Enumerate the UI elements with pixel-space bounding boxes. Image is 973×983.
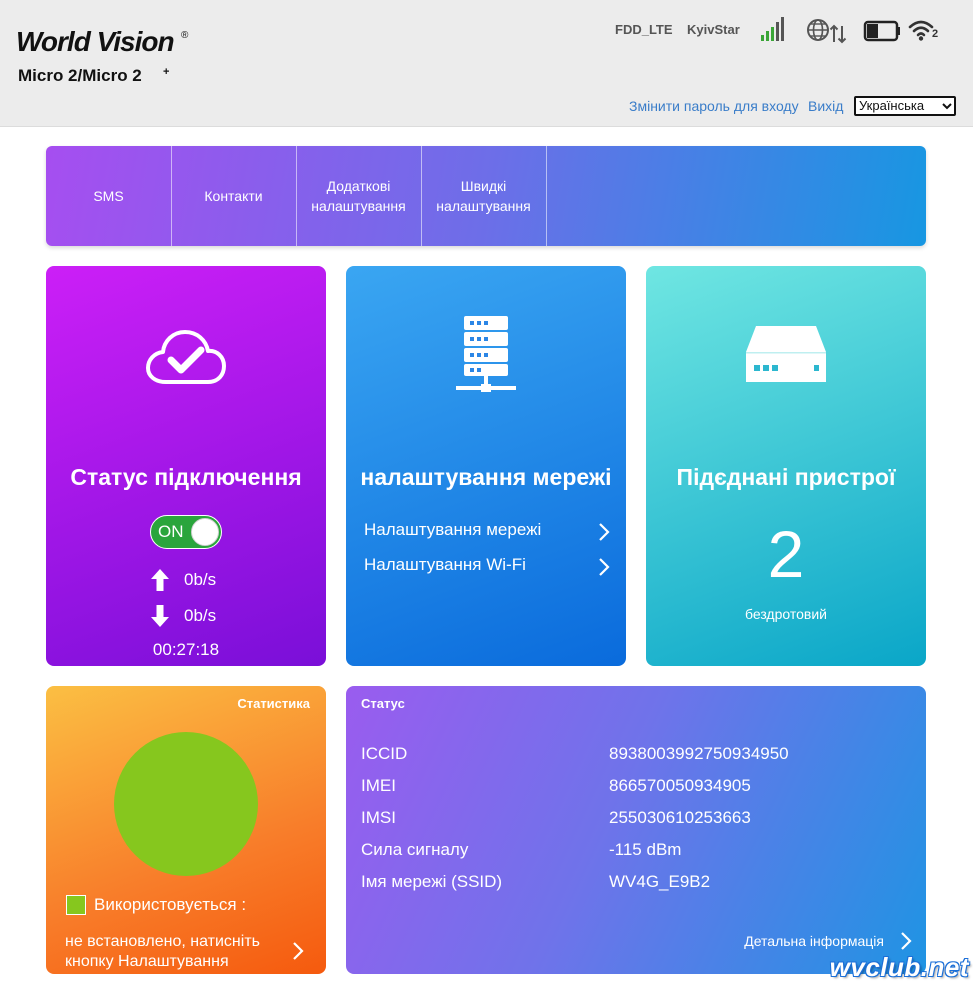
- arrow-down-icon: [151, 605, 169, 627]
- menu-item-quick-settings[interactable]: Швидкі налаштування: [421, 146, 547, 246]
- connection-status-title: Статус підключення: [70, 464, 302, 490]
- chevron-right-icon: [599, 523, 610, 541]
- usage-pie-chart: [114, 732, 258, 876]
- toggle-knob: [191, 518, 219, 546]
- chevron-right-icon[interactable]: [292, 942, 304, 960]
- connected-devices-card[interactable]: Підєднані пристрої 2 бездротовий: [646, 266, 926, 666]
- statistics-card: Статистика Використовується : не встанов…: [46, 686, 326, 974]
- statistics-setup-link[interactable]: не встановлено, натисніть кнопку Налашту…: [65, 932, 295, 972]
- wifi-status: 2: [908, 18, 942, 44]
- details-info-link[interactable]: Детальна інформація: [744, 933, 884, 949]
- status-value: WV4G_E9B2: [609, 872, 711, 891]
- status-value: 255030610253663: [609, 808, 751, 827]
- download-rate: 0b/s: [184, 606, 217, 625]
- legend-used-label: Використовується :: [94, 895, 247, 914]
- menu-item-contacts[interactable]: Контакти: [171, 146, 297, 246]
- network-settings-card: налаштування мережі Налаштування мережі …: [346, 266, 626, 666]
- chevron-down-icon: [942, 103, 952, 110]
- menu-item-label: Додаткові налаштування: [311, 178, 406, 214]
- connection-toggle[interactable]: ON: [150, 515, 222, 549]
- status-row-ssid: Імя мережі (SSID) WV4G_E9B2: [361, 872, 911, 896]
- wifi-client-count: 2: [932, 28, 939, 40]
- status-row-imsi: IMSI 255030610253663: [361, 808, 911, 832]
- connection-timer: 00:27:18: [152, 640, 220, 659]
- status-value: -115 dBm: [609, 840, 682, 859]
- top-header: World Vision ® Micro 2/Micro 2 + FDD_LTE…: [0, 0, 973, 127]
- wifi-settings-link[interactable]: Налаштування Wi-Fi: [364, 555, 610, 579]
- status-value: 866570050934905: [609, 776, 751, 795]
- language-select[interactable]: Українська: [854, 96, 956, 116]
- status-key: ICCID: [361, 744, 408, 763]
- status-row-signal: Сила сигналу -115 dBm: [361, 840, 911, 864]
- menu-item-advanced-settings[interactable]: Додаткові налаштування: [296, 146, 422, 246]
- upload-rate: 0b/s: [184, 570, 217, 589]
- network-settings-link[interactable]: Налаштування мережі: [364, 520, 610, 544]
- signal-strength-icon: [761, 17, 784, 41]
- chevron-right-icon[interactable]: [900, 932, 912, 950]
- network-settings-link-label: Налаштування мережі: [364, 520, 542, 539]
- status-value: 8938003992750934950: [609, 744, 789, 763]
- status-key: Імя мережі (SSID): [361, 872, 503, 891]
- device-model-plus: +: [163, 66, 170, 78]
- language-selected-value: Українська: [859, 98, 925, 113]
- menu-item-label: SMS: [93, 188, 124, 204]
- connected-devices-count: 2: [767, 517, 805, 591]
- status-key: IMSI: [361, 808, 396, 827]
- battery-icon: [863, 20, 900, 42]
- arrow-up-icon: [151, 569, 169, 591]
- chevron-right-icon: [599, 558, 610, 576]
- main-menu: SMS Контакти Додаткові налаштування Швид…: [46, 146, 926, 246]
- pie-slice-used: [114, 732, 258, 876]
- status-row-imei: IMEI 866570050934905: [361, 776, 911, 800]
- menu-item-label: Контакти: [204, 188, 263, 204]
- status-card: Статус ICCID 8938003992750934950 IMEI 86…: [346, 686, 926, 974]
- network-device-icon: [746, 326, 826, 382]
- statistics-title: Статистика: [237, 696, 310, 711]
- connection-status-card: Статус підключення ON 0b/s 0b/s 00:27:18: [46, 266, 326, 666]
- device-model: Micro 2/Micro 2: [18, 66, 142, 85]
- brand-registered-mark: ®: [181, 30, 189, 41]
- network-settings-title: налаштування мережі: [360, 464, 612, 490]
- network-type: FDD_LTE: [615, 22, 673, 37]
- upload-rate-row: 0b/s: [150, 568, 270, 592]
- watermark-text: wvclub.net: [829, 952, 969, 982]
- connected-devices-title: Підєднані пристрої: [676, 464, 896, 490]
- server-network-icon: [456, 316, 516, 392]
- status-key: Сила сигналу: [361, 840, 469, 859]
- connected-devices-type: бездротовий: [744, 606, 827, 622]
- cloud-check-icon: [146, 330, 226, 384]
- wifi-settings-link-label: Налаштування Wi-Fi: [364, 555, 526, 574]
- status-title: Статус: [361, 696, 405, 711]
- internet-globe-icon: [807, 19, 847, 44]
- toggle-label: ON: [158, 522, 184, 541]
- status-key: IMEI: [361, 776, 396, 795]
- status-row-iccid: ICCID 8938003992750934950: [361, 744, 911, 768]
- download-rate-row: 0b/s: [150, 604, 270, 628]
- change-password-link[interactable]: Змінити пароль для входу: [629, 98, 799, 114]
- operator-name: KyivStar: [687, 22, 740, 37]
- brand-logo: World Vision: [16, 26, 175, 57]
- menu-item-label: Швидкі налаштування: [436, 178, 531, 214]
- legend-color-swatch: [66, 895, 86, 915]
- logout-link[interactable]: Вихід: [808, 98, 843, 114]
- menu-item-sms[interactable]: SMS: [46, 146, 172, 246]
